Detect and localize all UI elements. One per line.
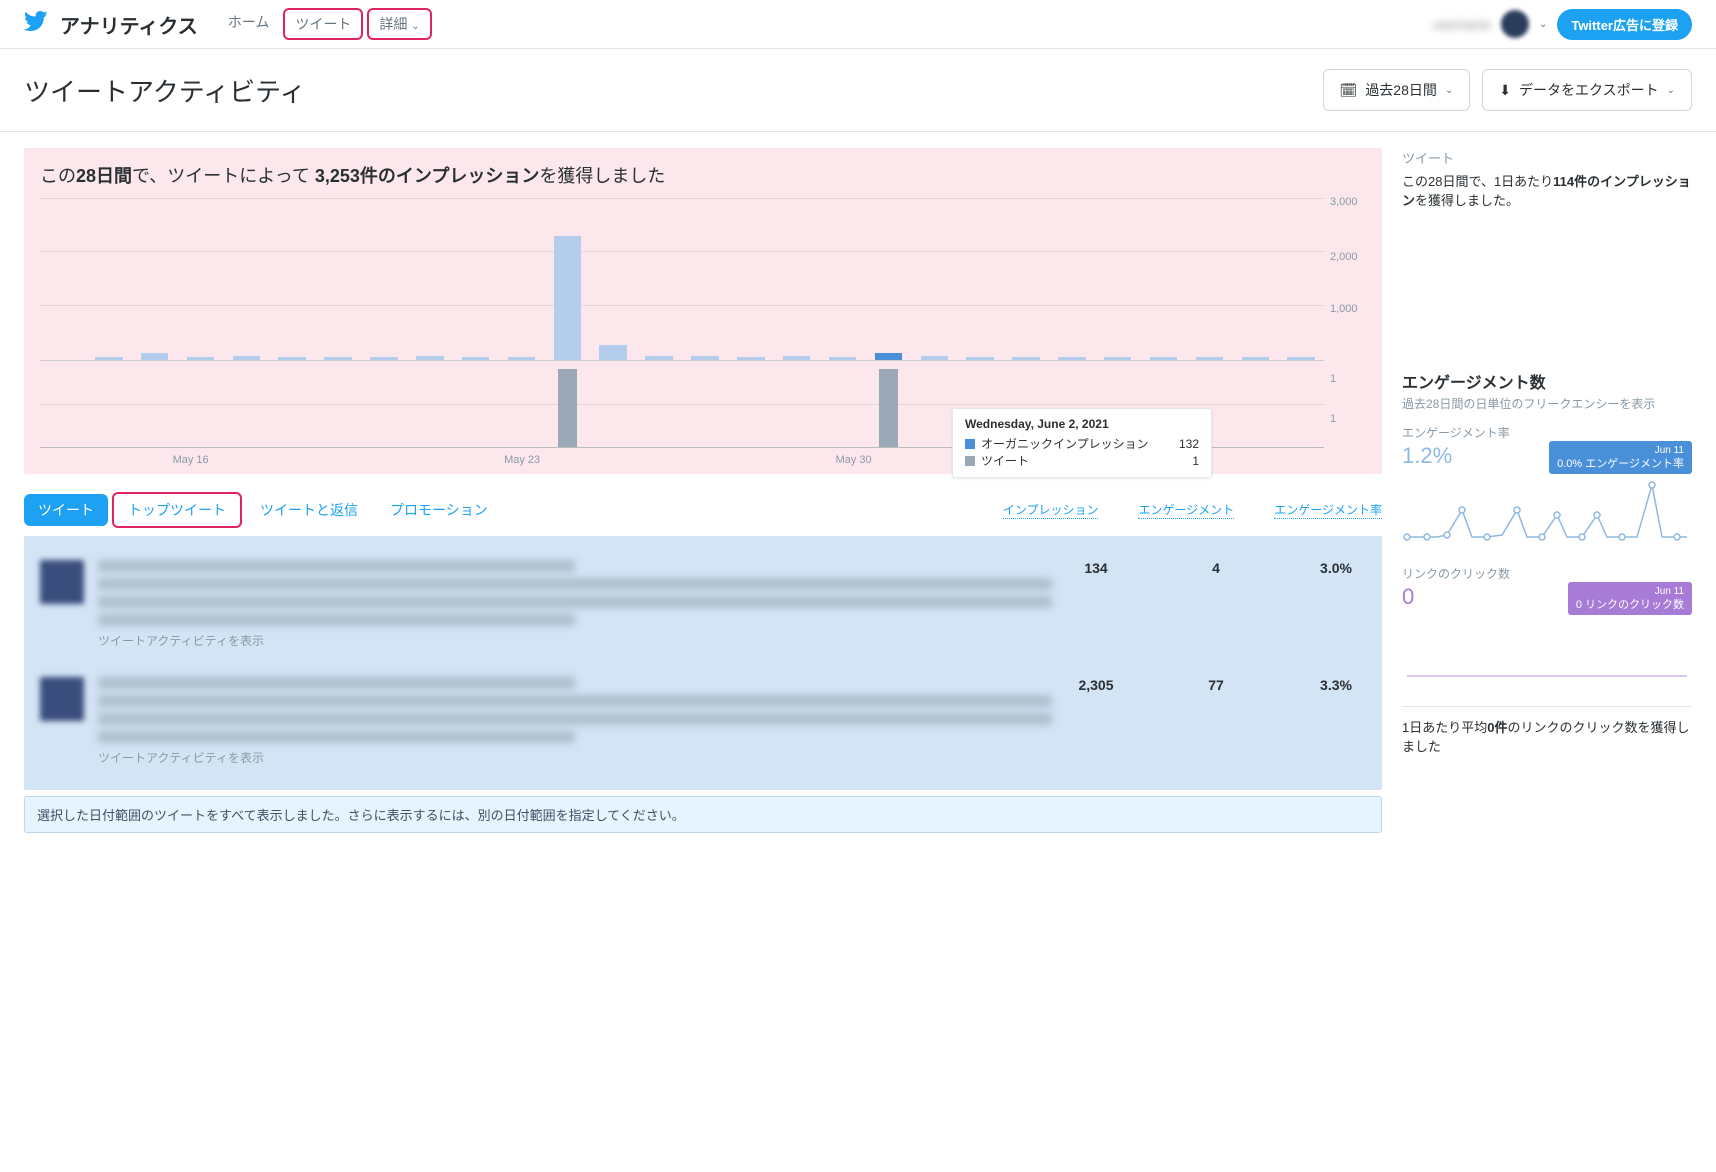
metric-engagements: 77 bbox=[1186, 677, 1246, 693]
chevron-down-icon: ⌄ bbox=[1445, 85, 1453, 96]
sparkline-clicks bbox=[1402, 616, 1692, 686]
engagement-title: エンゲージメント数 bbox=[1402, 369, 1692, 393]
calendar-icon: 🗓 bbox=[1340, 82, 1358, 99]
chevron-down-icon: ⌄ bbox=[1667, 85, 1675, 96]
avatar bbox=[40, 677, 84, 721]
sparkline-engagement bbox=[1402, 475, 1692, 545]
col-engagements[interactable]: エンゲージメント bbox=[1138, 501, 1234, 519]
chart-y-axis: 3,000 2,000 1,000 1 1 bbox=[1324, 198, 1366, 448]
side-bottom-note: 1日あたり平均0件のリンクのクリック数を獲得しました bbox=[1402, 706, 1692, 755]
page-header: ツイートアクティビティ 🗓 過去28日間 ⌄ ⬇ データをエクスポート ⌄ bbox=[0, 49, 1716, 132]
tweet-row[interactable]: ツイートアクティビティを表示 2,305 77 3.3% bbox=[24, 663, 1382, 780]
export-button[interactable]: ⬇ データをエクスポート ⌄ bbox=[1482, 69, 1692, 111]
nav-home[interactable]: ホーム bbox=[218, 8, 280, 40]
tab-tweets[interactable]: ツイート bbox=[24, 494, 108, 526]
username-blurred: username bbox=[1433, 17, 1491, 32]
view-activity-link[interactable]: ツイートアクティビティを表示 bbox=[98, 632, 1052, 649]
nav-more[interactable]: 詳細 ⌄ bbox=[367, 8, 431, 40]
brand-title: アナリティクス bbox=[60, 10, 198, 39]
impressions-headline: この28日間で、ツイートによって 3,253件のインプレッションを獲得しました bbox=[40, 162, 1366, 188]
spark-badge: Jun 11 0.0% エンゲージメント率 bbox=[1549, 441, 1692, 474]
download-icon: ⬇ bbox=[1499, 82, 1511, 99]
spark-link-clicks: リンクのクリック数 Jun 11 0 リンクのクリック数 0 bbox=[1402, 565, 1692, 686]
chevron-down-icon: ⌄ bbox=[411, 21, 419, 32]
avatar bbox=[40, 560, 84, 604]
tab-promoted[interactable]: プロモーション bbox=[376, 494, 502, 526]
metric-rate: 3.0% bbox=[1306, 560, 1366, 576]
chart-tooltip: Wednesday, June 2, 2021 オーガニックインプレッション13… bbox=[952, 408, 1212, 478]
chevron-down-icon[interactable]: ⌄ bbox=[1539, 19, 1547, 30]
side-tweet-summary: この28日間で、1日あたり114件のインプレッションを獲得しました。 bbox=[1402, 171, 1692, 209]
metric-impressions: 2,305 bbox=[1066, 677, 1126, 693]
column-headers: インプレッション エンゲージメント エンゲージメント率 bbox=[1003, 501, 1382, 519]
metric-impressions: 134 bbox=[1066, 560, 1126, 576]
col-engagement-rate[interactable]: エンゲージメント率 bbox=[1274, 501, 1382, 519]
spark-badge: Jun 11 0 リンクのクリック数 bbox=[1568, 582, 1692, 615]
engagement-sub: 過去28日間の日単位のフリークエンシーを表示 bbox=[1402, 395, 1692, 412]
impressions-box: この28日間で、ツイートによって 3,253件のインプレッションを獲得しました bbox=[24, 148, 1382, 474]
nav-right: username ⌄ Twitter広告に登録 bbox=[1433, 9, 1692, 40]
notice-bar: 選択した日付範囲のツイートをすべて表示しました。さらに表示するには、別の日付範囲… bbox=[24, 796, 1382, 833]
metric-engagements: 4 bbox=[1186, 560, 1246, 576]
side-tweet-heading: ツイート bbox=[1402, 148, 1692, 167]
avatar[interactable] bbox=[1501, 10, 1529, 38]
sidebar: ツイート この28日間で、1日あたり114件のインプレッションを獲得しました。 … bbox=[1402, 148, 1692, 833]
col-impressions[interactable]: インプレッション bbox=[1003, 501, 1099, 519]
date-range-button[interactable]: 🗓 過去28日間 ⌄ bbox=[1323, 69, 1471, 111]
twitter-icon bbox=[24, 11, 60, 38]
top-nav: アナリティクス ホーム ツイート 詳細 ⌄ username ⌄ Twitter… bbox=[0, 0, 1716, 49]
tweet-list: ツイートアクティビティを表示 134 4 3.0% ツイートアクティビティを表示 bbox=[24, 536, 1382, 790]
tweet-tabs: ツイート トップツイート ツイートと返信 プロモーション インプレッション エン… bbox=[24, 492, 1382, 528]
tab-top-tweets[interactable]: トップツイート bbox=[112, 492, 242, 528]
spark-engagement-rate: エンゲージメント率 Jun 11 0.0% エンゲージメント率 1.2% bbox=[1402, 424, 1692, 545]
nav-tweet[interactable]: ツイート bbox=[283, 8, 363, 40]
tweet-row[interactable]: ツイートアクティビティを表示 134 4 3.0% bbox=[24, 546, 1382, 663]
metric-rate: 3.3% bbox=[1306, 677, 1366, 693]
view-activity-link[interactable]: ツイートアクティビティを表示 bbox=[98, 749, 1052, 766]
tab-tweets-replies[interactable]: ツイートと返信 bbox=[246, 494, 372, 526]
page-title: ツイートアクティビティ bbox=[24, 72, 1323, 109]
register-ads-button[interactable]: Twitter広告に登録 bbox=[1557, 9, 1692, 40]
nav-links: ホーム ツイート 詳細 ⌄ bbox=[218, 8, 432, 40]
